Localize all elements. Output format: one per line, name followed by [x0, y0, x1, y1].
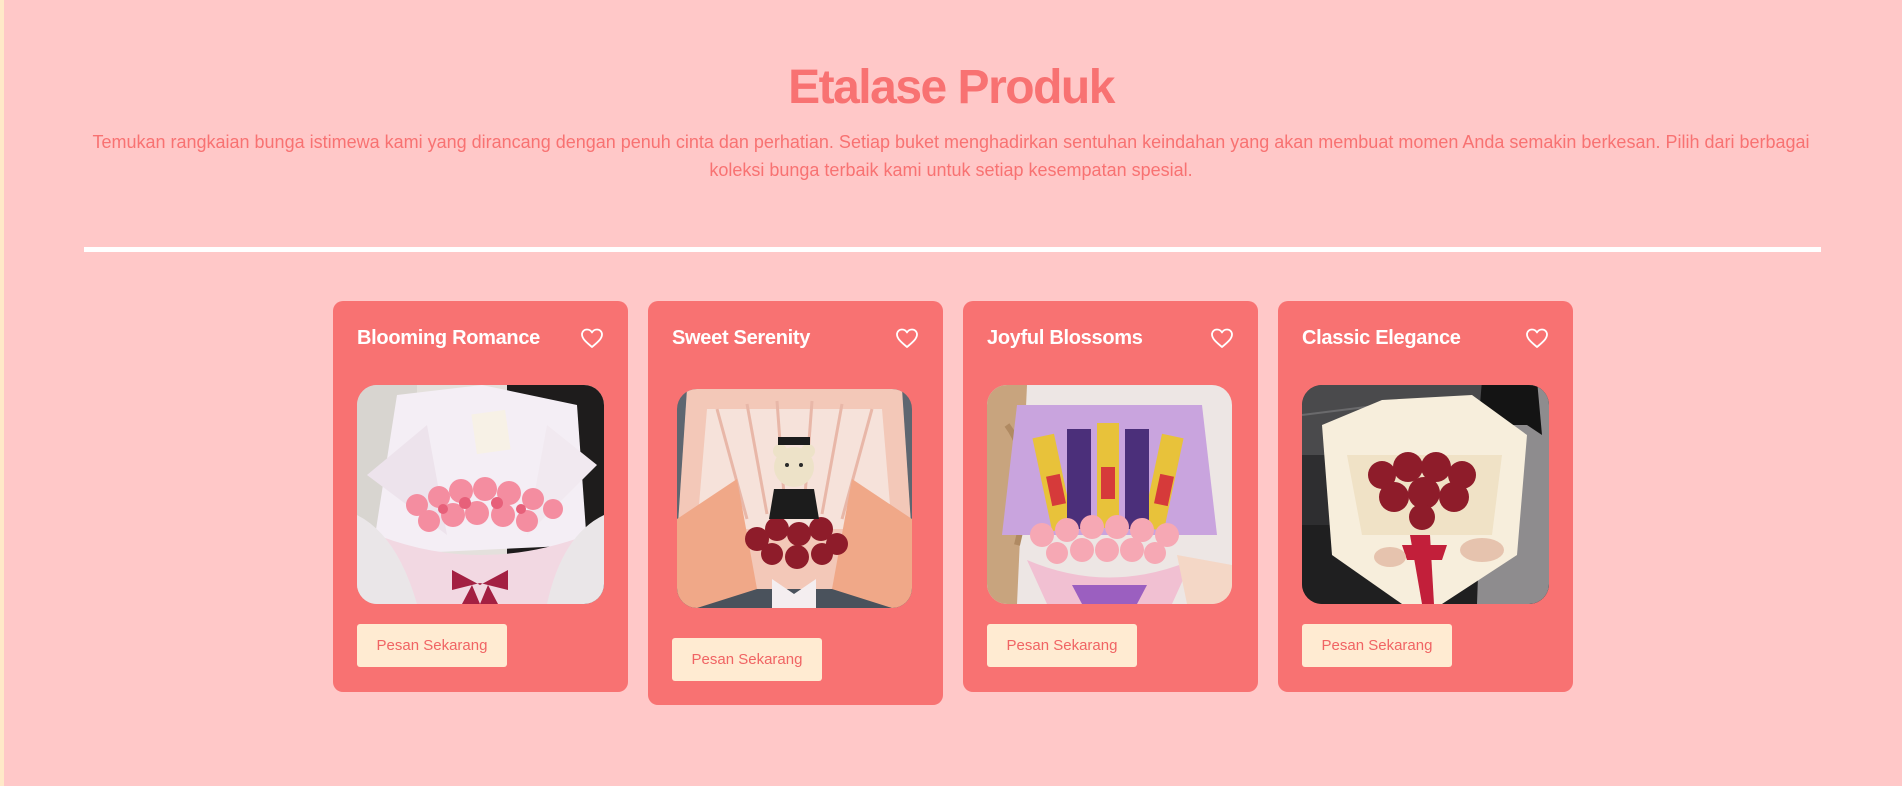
order-now-button[interactable]: Pesan Sekarang — [672, 638, 822, 681]
heart-outline-icon[interactable] — [580, 326, 604, 350]
product-name: Joyful Blossoms — [987, 327, 1143, 349]
order-now-button[interactable]: Pesan Sekarang — [987, 624, 1137, 667]
product-card-classic-elegance: Classic Elegance Pesan Sekarang — [1278, 301, 1573, 692]
product-name: Classic Elegance — [1302, 327, 1461, 349]
page-title: Etalase Produk — [788, 61, 1115, 114]
heart-outline-icon[interactable] — [1210, 326, 1234, 350]
order-now-button[interactable]: Pesan Sekarang — [357, 624, 507, 667]
product-card-blooming-romance: Blooming Romance Pesan Sekarang — [333, 301, 628, 692]
heart-outline-icon[interactable] — [895, 326, 919, 350]
product-image — [1302, 385, 1549, 604]
order-now-button[interactable]: Pesan Sekarang — [1302, 624, 1452, 667]
product-name: Blooming Romance — [357, 327, 540, 349]
section-divider — [84, 247, 1821, 252]
section-description: Temukan rangkaian bunga istimewa kami ya… — [92, 132, 1810, 180]
product-card-sweet-serenity: Sweet Serenity Pesan Sekarang — [648, 301, 943, 705]
product-name: Sweet Serenity — [672, 327, 811, 349]
product-image — [677, 389, 912, 608]
product-image — [357, 385, 604, 604]
heart-outline-icon[interactable] — [1525, 326, 1549, 350]
product-card-joyful-blossoms: Joyful Blossoms Pesan Sekarang — [963, 301, 1258, 692]
product-image — [987, 385, 1232, 604]
